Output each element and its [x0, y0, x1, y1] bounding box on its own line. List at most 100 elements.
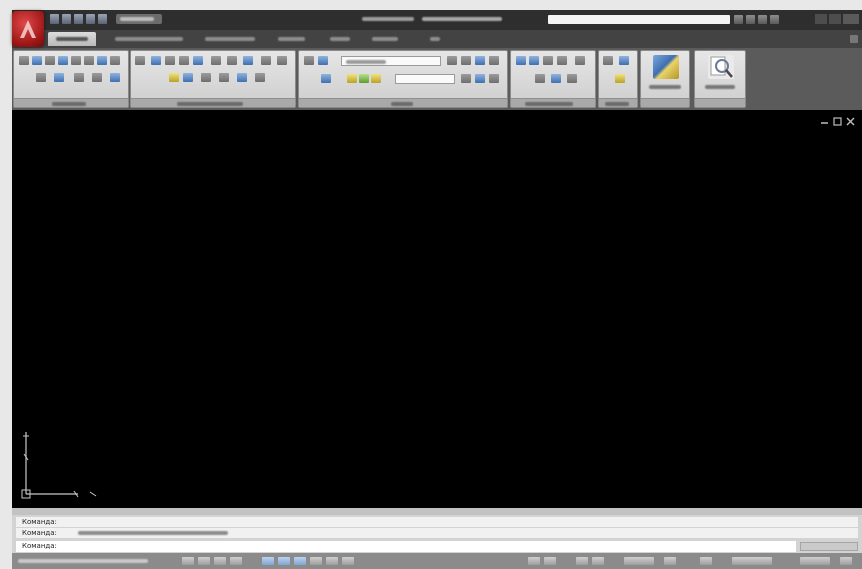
- panel-7-dropdown[interactable]: [695, 98, 745, 107]
- tab-5[interactable]: [327, 32, 353, 46]
- tab-3[interactable]: [202, 32, 258, 46]
- new-icon[interactable]: [50, 14, 59, 24]
- large-tool-icon[interactable]: [653, 55, 679, 79]
- tool-icon[interactable]: [489, 56, 499, 65]
- model-button[interactable]: [528, 557, 540, 565]
- tool-icon[interactable]: [557, 56, 567, 65]
- tool-icon[interactable]: [219, 73, 229, 82]
- osnap-toggle[interactable]: [262, 557, 274, 565]
- open-icon[interactable]: [62, 14, 71, 24]
- tool-icon[interactable]: [475, 56, 485, 65]
- tab-4[interactable]: [275, 32, 307, 46]
- tool-icon[interactable]: [255, 73, 265, 82]
- tool-icon[interactable]: [201, 73, 211, 82]
- favorites-icon[interactable]: [758, 15, 767, 24]
- tool-icon[interactable]: [183, 73, 193, 82]
- tab-1[interactable]: [48, 32, 96, 46]
- annotation-scale-icon[interactable]: [624, 557, 654, 565]
- tool-icon[interactable]: [261, 56, 271, 65]
- tool-icon[interactable]: [603, 56, 613, 65]
- panel-6-dropdown[interactable]: [641, 98, 689, 107]
- tool-icon[interactable]: [575, 56, 585, 65]
- tab-6[interactable]: [369, 32, 401, 46]
- lwt-toggle[interactable]: [326, 557, 338, 565]
- qp-toggle[interactable]: [342, 557, 354, 565]
- tool-icon[interactable]: [619, 56, 629, 65]
- tool-icon[interactable]: [36, 73, 46, 82]
- command-input[interactable]: Команда:: [16, 541, 796, 552]
- tool-icon[interactable]: [277, 56, 287, 65]
- pan-icon[interactable]: [576, 557, 588, 565]
- panel-3-title[interactable]: [299, 98, 507, 107]
- tool-icon[interactable]: [447, 56, 457, 65]
- tool-icon[interactable]: [461, 56, 471, 65]
- search-input[interactable]: [548, 15, 730, 24]
- grid-toggle[interactable]: [198, 557, 210, 565]
- save-icon[interactable]: [74, 14, 83, 24]
- tool-icon[interactable]: [54, 73, 64, 82]
- tool-icon[interactable]: [32, 56, 42, 65]
- polar-toggle[interactable]: [230, 557, 242, 565]
- tool-icon[interactable]: [227, 56, 237, 65]
- tool-icon[interactable]: [97, 56, 107, 65]
- tool-icon[interactable]: [304, 56, 314, 65]
- lightbulb-icon[interactable]: [347, 74, 357, 83]
- ortho-toggle[interactable]: [214, 557, 226, 565]
- undo-icon[interactable]: [86, 14, 95, 24]
- workspace-dropdown[interactable]: [116, 14, 162, 24]
- tool-icon[interactable]: [179, 56, 189, 65]
- tool-icon[interactable]: [321, 74, 331, 83]
- tool-icon[interactable]: [135, 56, 145, 65]
- tool-icon[interactable]: [318, 56, 328, 65]
- tool-icon[interactable]: [92, 73, 102, 82]
- panel-4-title[interactable]: [511, 98, 595, 107]
- search-icon[interactable]: [734, 15, 743, 24]
- layer-dropdown[interactable]: [341, 56, 441, 66]
- tool-icon[interactable]: [110, 73, 120, 82]
- panel-2-title[interactable]: [131, 98, 295, 107]
- tool-icon[interactable]: [169, 73, 179, 82]
- tool-icon[interactable]: [58, 56, 68, 65]
- tool-icon[interactable]: [461, 74, 471, 83]
- tool-icon[interactable]: [71, 56, 81, 65]
- tool-icon[interactable]: [475, 74, 485, 83]
- ducs-toggle[interactable]: [294, 557, 306, 565]
- tool-icon[interactable]: [359, 74, 369, 83]
- tool-icon[interactable]: [535, 74, 545, 83]
- communication-center-icon[interactable]: [746, 15, 755, 24]
- restore-icon[interactable]: [833, 117, 842, 126]
- window-close-button[interactable]: [843, 14, 859, 24]
- tool-icon[interactable]: [165, 56, 175, 65]
- tool-icon[interactable]: [211, 56, 221, 65]
- tool-icon[interactable]: [193, 56, 203, 65]
- tool-icon[interactable]: [529, 56, 539, 65]
- tab-2[interactable]: [112, 32, 188, 46]
- tool-icon[interactable]: [237, 73, 247, 82]
- tool-icon[interactable]: [615, 74, 625, 83]
- close-icon[interactable]: [846, 117, 855, 126]
- tool-icon[interactable]: [243, 56, 253, 65]
- layout-button[interactable]: [544, 557, 556, 565]
- drawing-area[interactable]: [12, 110, 862, 508]
- autodesk-app-icon[interactable]: [12, 11, 44, 47]
- tool-icon[interactable]: [19, 56, 29, 65]
- tool-icon[interactable]: [151, 56, 161, 65]
- tool-icon[interactable]: [45, 56, 55, 65]
- redo-icon[interactable]: [98, 14, 107, 24]
- tool-icon[interactable]: [84, 56, 94, 65]
- tool-icon[interactable]: [371, 74, 381, 83]
- help-icon[interactable]: [770, 15, 779, 24]
- magnifier-icon[interactable]: [708, 55, 734, 79]
- layout-tabs-strip[interactable]: [12, 508, 862, 515]
- status-menu-icon[interactable]: [840, 557, 852, 565]
- window-minimize-button[interactable]: [815, 14, 827, 24]
- current-layer-dropdown[interactable]: [395, 74, 455, 84]
- dyn-toggle[interactable]: [310, 557, 322, 565]
- status-tray-icon[interactable]: [732, 557, 772, 565]
- snap-toggle[interactable]: [182, 557, 194, 565]
- workspace-switching-icon[interactable]: [664, 557, 676, 565]
- tool-icon[interactable]: [543, 56, 553, 65]
- lock-icon[interactable]: [700, 557, 712, 565]
- tool-icon[interactable]: [489, 74, 499, 83]
- tool-icon[interactable]: [516, 56, 526, 65]
